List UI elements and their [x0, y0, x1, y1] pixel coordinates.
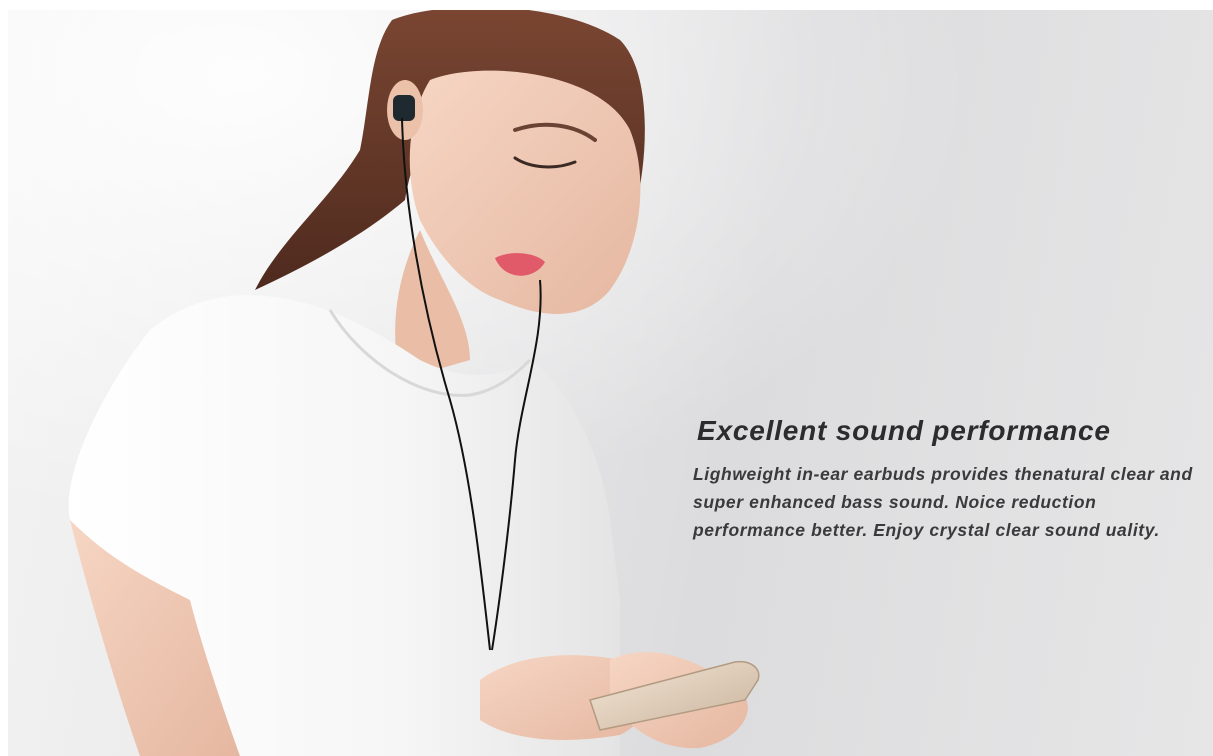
top-border — [0, 0, 1213, 10]
product-banner: Excellent sound performance Lighweight i… — [0, 0, 1213, 756]
left-border — [0, 0, 8, 756]
feature-copy: Excellent sound performance Lighweight i… — [693, 414, 1208, 544]
feature-description: Lighweight in-ear earbuds provides thena… — [693, 464, 1193, 540]
product-photo — [0, 0, 1213, 756]
feature-headline: Excellent sound performance — [697, 415, 1111, 446]
